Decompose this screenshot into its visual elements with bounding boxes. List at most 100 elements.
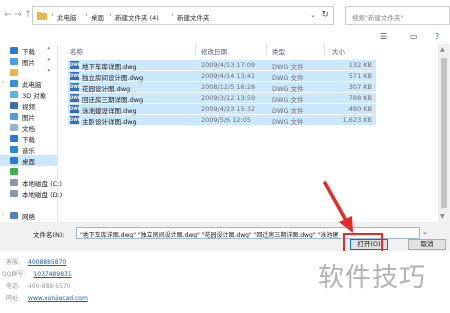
info-label: 电话: bbox=[6, 283, 21, 290]
sidebar-item-network[interactable]: › 网络 bbox=[0, 210, 57, 221]
music-icon bbox=[10, 146, 18, 153]
folder-icon bbox=[10, 69, 18, 76]
cancel-button[interactable]: 取消 bbox=[408, 239, 446, 250]
sidebar-item-extra[interactable] bbox=[0, 166, 57, 177]
expand-chevron-icon[interactable]: › bbox=[2, 79, 4, 86]
column-header-name[interactable]: 名称 bbox=[70, 46, 83, 58]
sidebar-item-label: 文档 bbox=[22, 125, 35, 133]
scroll-up-icon[interactable]: ▲ bbox=[440, 46, 445, 53]
crumb-separator: › bbox=[85, 11, 88, 19]
file-date: 2009/5/6 12:05 bbox=[201, 116, 251, 124]
column-divider[interactable] bbox=[324, 44, 325, 56]
info-row-support: 客服: 4008885870 bbox=[6, 257, 66, 266]
sidebar-item-pictures-quick[interactable]: 图片 ✦ bbox=[0, 56, 57, 67]
file-row[interactable]: DWG 泳池建设详图.dwg 2009/4/23 15:32 DWG 文件 48… bbox=[68, 104, 376, 115]
info-link[interactable]: 1037489831 bbox=[33, 271, 71, 278]
document-icon bbox=[10, 124, 18, 131]
file-row[interactable]: DWG 主卧设计详图.dwg 2009/5/6 12:05 DWG 文件 1,6… bbox=[68, 115, 376, 126]
sidebar-item-label: 网络 bbox=[22, 213, 35, 221]
breadcrumb-desktop[interactable]: 桌面 bbox=[91, 12, 104, 22]
file-name: 独立房间设计图.dwg bbox=[82, 74, 144, 82]
file-size: 480 KB bbox=[348, 105, 372, 113]
dwg-file-icon: DWG bbox=[70, 94, 82, 102]
sidebar-item-downloads[interactable]: 下载 bbox=[0, 133, 57, 144]
vertical-scrollbar[interactable]: ▲ ▼ bbox=[438, 44, 450, 222]
file-name: 地下车库详图.dwg bbox=[82, 63, 137, 71]
column-header-size[interactable]: 大小 bbox=[332, 46, 345, 58]
preview-pane-icon[interactable]: ▭ bbox=[410, 32, 418, 41]
sidebar-item-drive-d[interactable]: 本地磁盘 (D:) bbox=[0, 188, 62, 199]
address-row: ← → ↑ › 此电脑 › 桌面 › 新建文件夹 (4) › 新建文件夹 ⌄ ↻… bbox=[0, 4, 450, 28]
file-row[interactable]: DWG 地下车库详图.dwg 2009/4/13 17:09 DWG 文件 13… bbox=[68, 60, 376, 71]
breadcrumb-new-folder[interactable]: 新建文件夹 bbox=[177, 12, 210, 22]
sidebar-item-documents[interactable]: 文档 bbox=[0, 122, 57, 133]
sidebar-item-3d-objects[interactable]: 3D 对象 bbox=[0, 89, 57, 100]
sidebar-item-music[interactable]: 音乐 bbox=[0, 144, 57, 155]
file-size: 788 KB bbox=[348, 94, 372, 102]
filename-dropdown-icon[interactable]: ⌄ bbox=[422, 228, 428, 236]
dwg-file-icon: DWG bbox=[70, 105, 82, 113]
scroll-thumb[interactable] bbox=[441, 58, 447, 208]
video-icon bbox=[10, 102, 18, 109]
download-icon bbox=[10, 47, 18, 54]
file-list: 名称 修改日期 类型 大小 DWG 地下车库详图.dwg 2009/4/13 1… bbox=[62, 44, 434, 222]
column-header-date[interactable]: 修改日期 bbox=[201, 46, 227, 58]
sidebar-item-blank bbox=[0, 199, 57, 210]
file-row[interactable]: DWG 花园设计图.dwg 2008/12/5 16:28 DWG 文件 307… bbox=[68, 82, 376, 93]
file-type: DWG 文件 bbox=[272, 118, 304, 126]
sidebar-item-drive-c[interactable]: 本地磁盘 (C:) bbox=[0, 177, 62, 188]
sidebar-item-videos[interactable]: 视频 bbox=[0, 100, 57, 111]
file-name: 花园设计图.dwg bbox=[82, 85, 131, 93]
crumb-separator: › bbox=[51, 11, 54, 19]
file-date: 2008/12/5 16:28 bbox=[201, 83, 256, 91]
info-value: 400-888-5570 bbox=[28, 283, 71, 290]
sidebar-item-label: 桌面 bbox=[22, 158, 35, 166]
file-row[interactable]: DWG 独立房间设计图.dwg 2009/4/14 13:41 DWG 文件 5… bbox=[68, 71, 376, 82]
drive-icon bbox=[10, 179, 18, 186]
pictures-icon bbox=[10, 113, 18, 120]
info-link[interactable]: www.xunjiecad.com bbox=[28, 295, 88, 302]
refresh-icon[interactable]: ↻ bbox=[321, 10, 329, 20]
file-date: 2009/3/12 13:59 bbox=[201, 94, 256, 102]
breadcrumb-new-folder-4[interactable]: 新建文件夹 (4) bbox=[115, 12, 159, 22]
info-row-qq: QQ群号: 1037489831 bbox=[2, 269, 72, 278]
navigation-pane: 下载 ✦ 图片 ✦ ✦ › 此电脑 3D 对象 视频 图片 文档 下载 音乐 桌… bbox=[0, 44, 62, 222]
file-row[interactable]: DWG 回迁房三期详图.dwg 2009/3/12 13:59 DWG 文件 7… bbox=[68, 93, 376, 104]
sidebar-item-label: 本地磁盘 (D:) bbox=[22, 191, 63, 199]
address-bar[interactable]: › 此电脑 › 桌面 › 新建文件夹 (4) › 新建文件夹 ⌄ ↻ bbox=[32, 6, 334, 25]
highlight-box bbox=[343, 233, 383, 253]
info-row-website: 网址: www.xunjiecad.com bbox=[6, 293, 88, 302]
view-options-icon[interactable]: ☰ bbox=[380, 32, 387, 41]
column-divider[interactable] bbox=[266, 44, 267, 56]
file-type: DWG 文件 bbox=[272, 96, 304, 104]
crumb-separator: › bbox=[109, 11, 112, 19]
address-dropdown-icon[interactable]: ⌄ bbox=[310, 11, 316, 19]
sidebar-item-pictures[interactable]: 图片 bbox=[0, 111, 57, 122]
column-header-type[interactable]: 类型 bbox=[272, 46, 285, 58]
sidebar-item-this-pc[interactable]: › 此电脑 bbox=[0, 78, 57, 89]
pin-icon: ✦ bbox=[46, 68, 51, 74]
scroll-down-icon[interactable]: ▼ bbox=[440, 213, 445, 220]
filename-label: 文件名(N): bbox=[33, 231, 65, 239]
breadcrumb-this-pc[interactable]: 此电脑 bbox=[57, 12, 77, 22]
dwg-file-icon: DWG bbox=[70, 83, 82, 91]
help-icon[interactable]: ? bbox=[435, 32, 439, 41]
file-type: DWG 文件 bbox=[272, 107, 304, 115]
file-name: 回迁房三期详图.dwg bbox=[82, 96, 144, 104]
pin-icon: ✦ bbox=[46, 57, 51, 63]
sidebar-item-label: 图片 bbox=[22, 114, 35, 122]
sidebar-item-downloads-quick[interactable]: 下载 ✦ bbox=[0, 45, 57, 56]
search-placeholder: 搜索"新建文件夹" bbox=[352, 14, 404, 22]
expand-chevron-icon[interactable]: › bbox=[2, 211, 4, 218]
sidebar-item-quick-3[interactable]: ✦ bbox=[0, 67, 57, 78]
info-label: 网址: bbox=[6, 295, 21, 302]
search-input[interactable]: 搜索"新建文件夹" bbox=[345, 6, 450, 25]
column-divider[interactable] bbox=[195, 44, 196, 56]
sidebar-item-label: 音乐 bbox=[22, 147, 35, 155]
dwg-file-icon: DWG bbox=[70, 116, 82, 124]
sidebar-item-label: 3D 对象 bbox=[22, 92, 47, 100]
sidebar-item-desktop[interactable]: 桌面 bbox=[0, 155, 57, 166]
watermark-text: 软件技巧 bbox=[318, 263, 427, 293]
file-size: 1,623 KB bbox=[342, 116, 372, 124]
info-link[interactable]: 4008885870 bbox=[28, 259, 66, 266]
